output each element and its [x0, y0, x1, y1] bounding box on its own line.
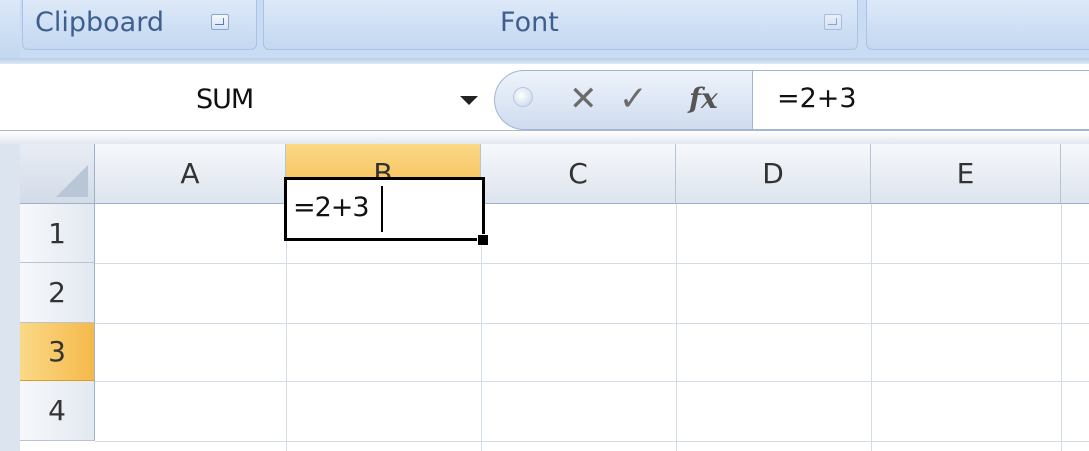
row-header-4[interactable]: 4 [20, 381, 95, 441]
enter-icon[interactable]: ✓ [619, 77, 648, 121]
group-label-clipboard: Clipboard [35, 7, 164, 38]
gridline [95, 381, 1089, 382]
ribbon-edge [0, 0, 20, 58]
column-header-f[interactable] [1061, 144, 1089, 204]
column-header-d[interactable]: D [676, 144, 871, 204]
formula-input[interactable]: =2+3 [752, 70, 1089, 130]
row-header-1[interactable]: 1 [20, 204, 95, 263]
formula-text: =2+3 [777, 83, 857, 114]
ribbon-group-font: Font [263, 0, 858, 50]
text-caret [381, 186, 383, 232]
dialog-launcher-icon[interactable] [211, 14, 229, 30]
formula-bar: SUM ✕ ✓ fx =2+3 [0, 64, 1089, 134]
formula-bar-bottom-edge [0, 130, 1089, 145]
active-cell-b3[interactable]: =2+3 [284, 177, 485, 241]
gridline [676, 204, 677, 451]
cell-b3-text: =2+3 [293, 192, 370, 223]
row-header-3[interactable]: 3 [20, 323, 95, 381]
select-all-icon[interactable] [20, 144, 95, 204]
grid-left-strip [0, 144, 20, 451]
dialog-launcher-icon[interactable] [824, 14, 842, 30]
worksheet-grid: A B C D E 1 2 3 4 [0, 144, 1089, 451]
name-box-value: SUM [196, 84, 254, 115]
fill-handle[interactable] [477, 234, 489, 246]
column-header-e[interactable]: E [871, 144, 1061, 204]
gridline [286, 204, 287, 451]
ribbon-group-clipboard: Clipboard [22, 0, 257, 50]
gridline [95, 323, 1089, 324]
ribbon-group-next [866, 0, 1089, 50]
gridline [1061, 204, 1062, 451]
resize-grip-icon[interactable] [513, 87, 533, 107]
gridline [95, 263, 1089, 264]
gridline [95, 441, 1089, 442]
column-header-c[interactable]: C [481, 144, 676, 204]
name-box[interactable]: SUM [20, 76, 490, 122]
gridline [871, 204, 872, 451]
ribbon-group-labels: Clipboard Font [0, 0, 1089, 58]
dropdown-arrow-icon[interactable] [460, 96, 478, 105]
column-header-a[interactable]: A [95, 144, 286, 204]
group-label-font: Font [500, 7, 559, 38]
row-header-2[interactable]: 2 [20, 263, 95, 323]
cancel-icon[interactable]: ✕ [569, 77, 598, 121]
insert-function-icon[interactable]: fx [689, 77, 718, 121]
formula-bar-controls: ✕ ✓ fx [494, 70, 752, 130]
